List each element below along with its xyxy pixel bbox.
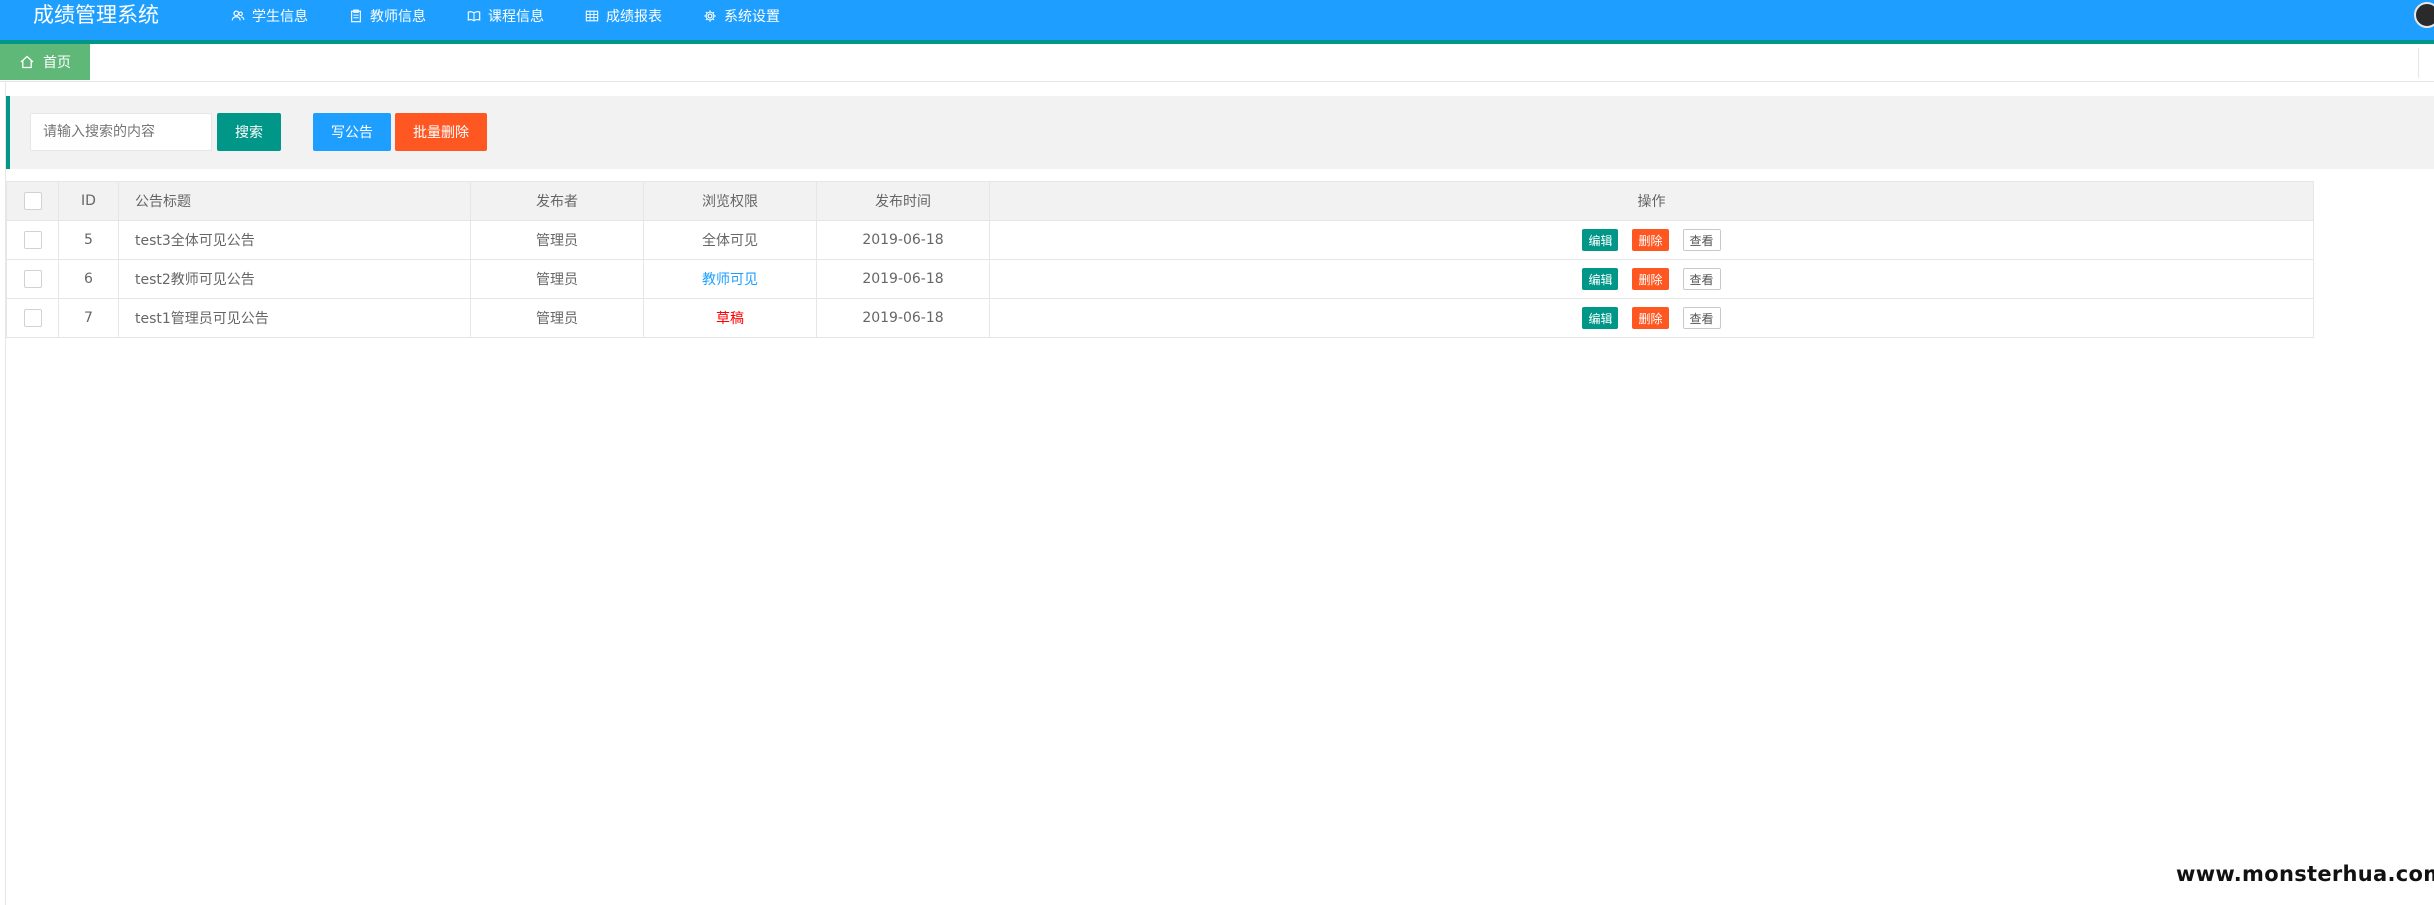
table-header-row: ID 公告标题 发布者 浏览权限 发布时间 操作 [6,181,2314,221]
cell-permission: 教师可见 [643,259,817,299]
write-notice-button[interactable]: 写公告 [313,113,391,151]
nav-item-teachers[interactable]: 教师信息 [348,0,426,32]
row-checkbox[interactable] [23,231,42,249]
cell-publisher: 管理员 [470,220,644,260]
nav-item-students[interactable]: 学生信息 [230,0,308,32]
app-title: 成绩管理系统 [33,3,159,27]
view-button[interactable]: 查看 [1682,229,1721,251]
tab-home[interactable]: 首页 [0,44,90,80]
table-row: 5 test3全体可见公告 管理员 全体可见 2019-06-18 编辑 删除 … [6,220,2314,260]
column-header-title: 公告标题 [118,181,471,221]
book-icon [466,8,482,24]
tab-scroll-button[interactable] [2418,48,2434,78]
cell-date: 2019-06-18 [816,259,990,299]
cell-title: test2教师可见公告 [118,259,471,299]
cell-date: 2019-06-18 [816,220,990,260]
cell-title: test1管理员可见公告 [118,298,471,338]
gear-icon [702,8,718,24]
tab-home-label: 首页 [43,55,71,71]
edit-button[interactable]: 编辑 [1582,307,1619,329]
cell-actions: 编辑 删除 查看 [989,259,2314,299]
home-icon [20,55,34,69]
delete-button[interactable]: 删除 [1632,307,1669,329]
search-button[interactable]: 搜索 [217,113,281,151]
column-header-permission: 浏览权限 [643,181,817,221]
column-header-date: 发布时间 [816,181,990,221]
search-toolbar: 搜索 写公告 批量删除 [6,96,2434,169]
row-select-cell [6,220,59,260]
table-icon [584,8,600,24]
delete-button[interactable]: 删除 [1632,268,1669,290]
nav-label: 成绩报表 [606,9,662,25]
clipboard-icon [348,8,364,24]
edit-button[interactable]: 编辑 [1582,229,1619,251]
delete-button[interactable]: 删除 [1632,229,1669,251]
select-all-checkbox[interactable] [23,192,42,210]
cell-id: 7 [58,298,119,338]
view-button[interactable]: 查看 [1682,307,1721,329]
cell-date: 2019-06-18 [816,298,990,338]
cell-permission: 草稿 [643,298,817,338]
cell-id: 5 [58,220,119,260]
nav-item-reports[interactable]: 成绩报表 [584,0,662,32]
main-nav: 学生信息 教师信息 课程信息 成绩报表 系统设置 [230,0,820,32]
table-row: 7 test1管理员可见公告 管理员 草稿 2019-06-18 编辑 删除 查… [6,298,2314,338]
cell-permission: 全体可见 [643,220,817,260]
nav-label: 课程信息 [488,9,544,25]
users-icon [230,8,246,24]
row-checkbox[interactable] [23,270,42,288]
column-header-actions: 操作 [989,181,2314,221]
nav-label: 系统设置 [724,9,780,25]
cell-title: test3全体可见公告 [118,220,471,260]
cell-actions: 编辑 删除 查看 [989,298,2314,338]
column-header-publisher: 发布者 [470,181,644,221]
cell-id: 6 [58,259,119,299]
cell-publisher: 管理员 [470,259,644,299]
row-select-cell [6,298,59,338]
top-header: 成绩管理系统 学生信息 教师信息 课程信息 成绩报表 系统设置 [0,0,2434,40]
column-header-id: ID [58,181,119,221]
row-select-cell [6,259,59,299]
select-all-cell [6,181,59,221]
table-row: 6 test2教师可见公告 管理员 教师可见 2019-06-18 编辑 删除 … [6,259,2314,299]
watermark-text: www.monsterhua.com [2176,862,2434,886]
cell-publisher: 管理员 [470,298,644,338]
nav-item-settings[interactable]: 系统设置 [702,0,780,32]
row-checkbox[interactable] [23,309,42,327]
nav-label: 教师信息 [370,9,426,25]
tab-bar: 首页 [0,44,2434,82]
notice-table: ID 公告标题 发布者 浏览权限 发布时间 操作 5 test3全体可见公告 管… [6,181,2314,338]
edit-button[interactable]: 编辑 [1582,268,1619,290]
nav-item-courses[interactable]: 课程信息 [466,0,544,32]
search-input[interactable] [30,113,212,151]
view-button[interactable]: 查看 [1682,268,1721,290]
user-avatar[interactable] [2414,2,2434,28]
cell-actions: 编辑 删除 查看 [989,220,2314,260]
nav-label: 学生信息 [252,9,308,25]
batch-delete-button[interactable]: 批量删除 [395,113,487,151]
